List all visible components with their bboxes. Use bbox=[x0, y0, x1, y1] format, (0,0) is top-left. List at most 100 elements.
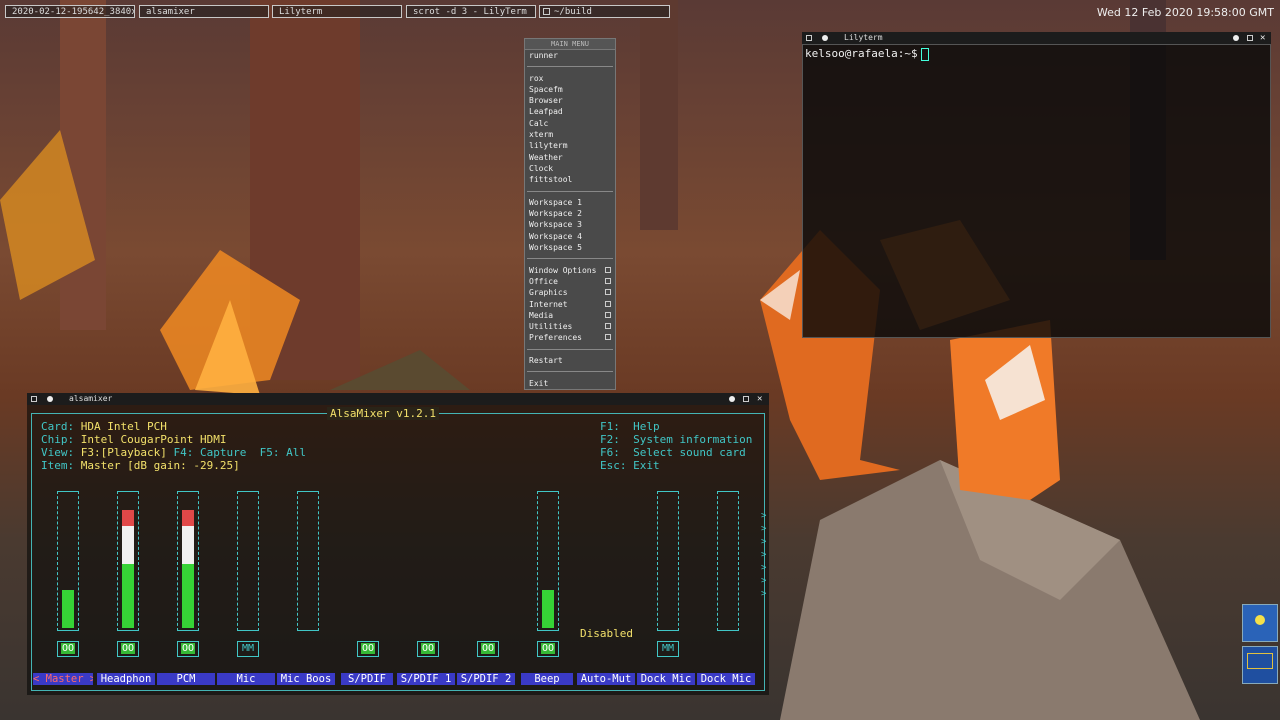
menu-item-spacefm[interactable]: Spacefm bbox=[525, 84, 615, 95]
mute-toggle[interactable]: OO bbox=[177, 641, 199, 657]
scroll-right-icon[interactable]: > bbox=[761, 537, 766, 547]
mute-toggle[interactable]: OO bbox=[357, 641, 379, 657]
menu-item-rox[interactable]: rox bbox=[525, 73, 615, 84]
channel-label[interactable]: Dock Mic bbox=[637, 673, 695, 685]
menu-item-lilyterm[interactable]: lilyterm bbox=[525, 140, 615, 151]
maximize-icon[interactable] bbox=[1247, 35, 1253, 41]
mixer-channel[interactable]: MM0<>0 bbox=[639, 491, 697, 691]
task-button-image[interactable]: 2020-02-12-195642_3840x10 bbox=[5, 5, 135, 18]
menu-item-workspace-5[interactable]: Workspace 5 bbox=[525, 242, 615, 253]
close-icon[interactable]: ✕ bbox=[1260, 32, 1265, 44]
scroll-right-icon[interactable]: > bbox=[761, 563, 766, 573]
minimize-icon[interactable] bbox=[1233, 35, 1239, 41]
menu-item-workspace-2[interactable]: Workspace 2 bbox=[525, 208, 615, 219]
menu-item-weather[interactable]: Weather bbox=[525, 152, 615, 163]
mixer-channel[interactable]: OO bbox=[399, 491, 457, 691]
task-button-build[interactable]: ~/build bbox=[539, 5, 670, 18]
mixer-channel[interactable]: 0<>0 bbox=[699, 491, 757, 691]
help-key: Esc: bbox=[600, 459, 627, 472]
channel-label[interactable]: Mic bbox=[217, 673, 275, 685]
mixer-channel[interactable]: OO33 bbox=[39, 491, 97, 691]
view-playback[interactable]: F3:[Playback] bbox=[81, 446, 167, 459]
channel-label[interactable]: < Master > bbox=[33, 673, 93, 685]
menu-item-preferences[interactable]: Preferences bbox=[525, 332, 615, 343]
terminal-titlebar[interactable]: Lilyterm ✕ bbox=[802, 32, 1271, 44]
task-button-alsamixer[interactable]: alsamixer bbox=[139, 5, 269, 18]
mute-toggle[interactable]: MM bbox=[657, 641, 679, 657]
menu-item-internet[interactable]: Internet bbox=[525, 299, 615, 310]
mixer-channel[interactable]: OO100<>100 bbox=[159, 491, 217, 691]
mixer-channel[interactable]: OO bbox=[459, 491, 517, 691]
mixer-channel[interactable]: OO33 bbox=[519, 491, 577, 691]
channel-label[interactable]: Beep bbox=[521, 673, 573, 685]
menu-item-leafpad[interactable]: Leafpad bbox=[525, 106, 615, 117]
volume-slider[interactable] bbox=[117, 491, 139, 631]
taskbar: 2020-02-12-195642_3840x10 alsamixer Lily… bbox=[0, 0, 1280, 24]
menu-item-workspace-4[interactable]: Workspace 4 bbox=[525, 231, 615, 242]
volume-slider[interactable] bbox=[657, 491, 679, 631]
channel-label[interactable]: Headphon bbox=[97, 673, 155, 685]
channel-label[interactable]: S/PDIF 1 bbox=[397, 673, 455, 685]
sticky-icon[interactable] bbox=[47, 396, 53, 402]
menu-item-graphics[interactable]: Graphics bbox=[525, 287, 615, 298]
close-icon[interactable]: ✕ bbox=[757, 393, 762, 405]
volume-slider[interactable] bbox=[717, 491, 739, 631]
terminal-window[interactable]: kelsoo@rafaela:~$ bbox=[802, 44, 1271, 338]
volume-level-green bbox=[542, 590, 554, 628]
mute-toggle[interactable]: OO bbox=[117, 641, 139, 657]
window-menu-icon[interactable] bbox=[31, 396, 37, 402]
task-button-scrot[interactable]: scrot -d 3 - LilyTerm bbox=[406, 5, 536, 18]
mute-toggle[interactable]: OO bbox=[417, 641, 439, 657]
mixer-channel[interactable]: 0<>0 bbox=[279, 491, 337, 691]
menu-item-office[interactable]: Office bbox=[525, 276, 615, 287]
menu-item-media[interactable]: Media bbox=[525, 310, 615, 321]
volume-slider[interactable] bbox=[297, 491, 319, 631]
channel-label[interactable]: S/PDIF 2 bbox=[457, 673, 515, 685]
volume-slider[interactable] bbox=[177, 491, 199, 631]
menu-item-calc[interactable]: Calc bbox=[525, 118, 615, 129]
channel-label[interactable]: S/PDIF bbox=[341, 673, 393, 685]
minimize-icon[interactable] bbox=[729, 396, 735, 402]
menu-item-runner[interactable]: runner bbox=[525, 50, 615, 61]
channel-label[interactable]: Mic Boos bbox=[277, 673, 335, 685]
menu-item-xterm[interactable]: xterm bbox=[525, 129, 615, 140]
volume-slider[interactable] bbox=[57, 491, 79, 631]
scroll-right-icon[interactable]: > bbox=[761, 550, 766, 560]
menu-item-window-options[interactable]: Window Options bbox=[525, 265, 615, 276]
volume-slider[interactable] bbox=[237, 491, 259, 631]
menu-item-clock[interactable]: Clock bbox=[525, 163, 615, 174]
alsamixer-window[interactable]: AlsaMixer v1.2.1 Card: HDA Intel PCH Chi… bbox=[27, 405, 769, 695]
menu-item-exit[interactable]: Exit bbox=[525, 378, 615, 389]
menu-item-restart[interactable]: Restart bbox=[525, 355, 615, 366]
scroll-right-icon[interactable]: > bbox=[761, 589, 766, 599]
channel-label[interactable]: PCM bbox=[157, 673, 215, 685]
menu-item-fittstool[interactable]: fittstool bbox=[525, 174, 615, 185]
channel-label[interactable]: Dock Mic bbox=[697, 673, 755, 685]
dock-app-clock[interactable] bbox=[1242, 646, 1278, 684]
mixer-channel[interactable]: MM0<>0 bbox=[219, 491, 277, 691]
menu-item-browser[interactable]: Browser bbox=[525, 95, 615, 106]
scroll-right-icon[interactable]: > bbox=[761, 524, 766, 534]
menu-item-workspace-1[interactable]: Workspace 1 bbox=[525, 197, 615, 208]
scroll-right-icon[interactable]: > bbox=[761, 576, 766, 586]
mute-toggle[interactable]: OO bbox=[57, 641, 79, 657]
volume-slider[interactable] bbox=[537, 491, 559, 631]
view-all[interactable]: F5: All bbox=[260, 446, 306, 459]
mixer-channel[interactable] bbox=[579, 491, 637, 691]
mixer-channel[interactable]: OO bbox=[339, 491, 397, 691]
mute-toggle[interactable]: OO bbox=[477, 641, 499, 657]
dock-app-weather[interactable] bbox=[1242, 604, 1278, 642]
menu-item-utilities[interactable]: Utilities bbox=[525, 321, 615, 332]
mixer-channel[interactable]: OO100<>100 bbox=[99, 491, 157, 691]
window-menu-icon[interactable] bbox=[806, 35, 812, 41]
alsamixer-titlebar[interactable]: alsamixer ✕ bbox=[27, 393, 769, 405]
scroll-right-icon[interactable]: > bbox=[761, 511, 766, 521]
sticky-icon[interactable] bbox=[822, 35, 828, 41]
menu-item-workspace-3[interactable]: Workspace 3 bbox=[525, 219, 615, 230]
view-capture[interactable]: F4: Capture bbox=[173, 446, 246, 459]
task-button-lilyterm[interactable]: Lilyterm bbox=[272, 5, 402, 18]
channel-label[interactable]: Auto-Mut bbox=[577, 673, 635, 685]
mute-toggle[interactable]: MM bbox=[237, 641, 259, 657]
maximize-icon[interactable] bbox=[743, 396, 749, 402]
mute-toggle[interactable]: OO bbox=[537, 641, 559, 657]
